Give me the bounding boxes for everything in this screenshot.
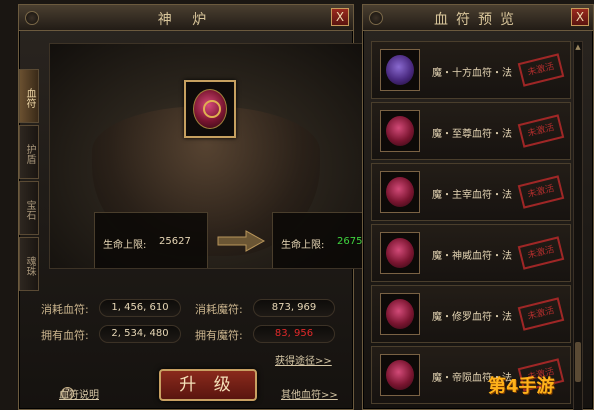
preview-close-button[interactable]: X [571,8,589,26]
rune-name: 魔・至尊血符・法 [432,129,512,140]
next-stat-value: 26751 [337,236,363,247]
scroll-thumb[interactable] [575,342,581,382]
rune-name: 魔・神威血符・法 [432,251,512,262]
rune-name: 魔・修罗血符・法 [432,312,512,323]
list-item[interactable]: 魔・神威血符・法 未激活 [371,224,571,282]
owned-label: 拥有血符: [41,329,89,342]
cost-label: 消耗魔符: [195,303,243,316]
list-item[interactable]: 魔・十方血符・法 未激活 [371,41,571,99]
furnace-titlebar: 神 炉 X [19,5,353,31]
list-scrollbar[interactable]: ▲ [573,41,583,410]
owned-value: 2, 534, 480 [99,325,181,343]
tab-gem[interactable]: 宝石 [19,181,39,235]
current-stat-box: 生命上限: 25627 [94,212,208,268]
owned-value: 83, 956 [253,325,335,343]
upgrade-button[interactable]: 升 级 [159,369,257,401]
preview-title: 血符预览 [434,12,522,28]
blood-rune-icon [380,354,420,396]
inactive-stamp: 未激活 [517,114,565,148]
tab-soul-bead[interactable]: 魂珠 [19,237,39,291]
inactive-stamp: 未激活 [517,53,565,87]
blood-rune-icon [193,89,227,129]
rune-name: 魔・十方血符・法 [432,68,512,79]
next-stat-label: 生命上限: [281,240,325,251]
cost-label: 消耗血符: [41,303,89,316]
furnace-window: 神 炉 X 血符 护盾 宝石 魂珠 生命上限: 25627 生命上限: 2675… [18,4,363,410]
blood-rune-icon [380,293,420,335]
rune-preview-window: 血符预览 X 魔・十方血符・法 未激活 魔・至尊血符・法 未激活 魔・主宰血符・… [362,4,594,410]
side-tabs: 血符 护盾 宝石 魂珠 [19,69,39,293]
current-stat-label: 生命上限: [103,240,147,251]
blood-rune-icon [380,110,420,152]
list-item[interactable]: 魔・主宰血符・法 未激活 [371,163,571,221]
other-runes-link[interactable]: 其他血符>> [281,386,338,401]
arrow-right-icon [217,230,266,252]
rune-name: 魔・主宰血符・法 [432,190,512,201]
blood-rune-icon [380,232,420,274]
obtain-link[interactable]: 获得途径>> [275,352,332,367]
list-item[interactable]: 魔・至尊血符・法 未激活 [371,102,571,160]
help-link[interactable]: 血符说明 [59,386,99,401]
tab-shield[interactable]: 护盾 [19,125,39,179]
scroll-up-icon[interactable]: ▲ [574,42,582,52]
blood-rune-icon [380,171,420,213]
tab-blood-rune[interactable]: 血符 [19,69,39,123]
cost-value: 873, 969 [253,299,335,317]
cost-value: 1, 456, 610 [99,299,181,317]
rune-list: 魔・十方血符・法 未激活 魔・至尊血符・法 未激活 魔・主宰血符・法 未激活 魔… [371,41,571,407]
owned-label: 拥有魔符: [195,329,243,342]
list-item[interactable]: 魔・修罗血符・法 未激活 [371,285,571,343]
inactive-stamp: 未激活 [517,236,565,270]
preview-titlebar: 血符预览 X [363,5,593,31]
current-rune-slot[interactable] [184,80,236,138]
next-stat-box: 生命上限: 26751 [272,212,363,268]
blood-rune-icon [380,49,420,91]
inactive-stamp: 未激活 [517,297,565,331]
furnace-title: 神 炉 [157,12,215,28]
site-watermark: 第4手游 [488,376,555,397]
current-stat-value: 25627 [159,236,191,247]
furnace-scene: 生命上限: 25627 生命上限: 26751 [49,43,363,269]
inactive-stamp: 未激活 [517,175,565,209]
furnace-close-button[interactable]: X [331,8,349,26]
